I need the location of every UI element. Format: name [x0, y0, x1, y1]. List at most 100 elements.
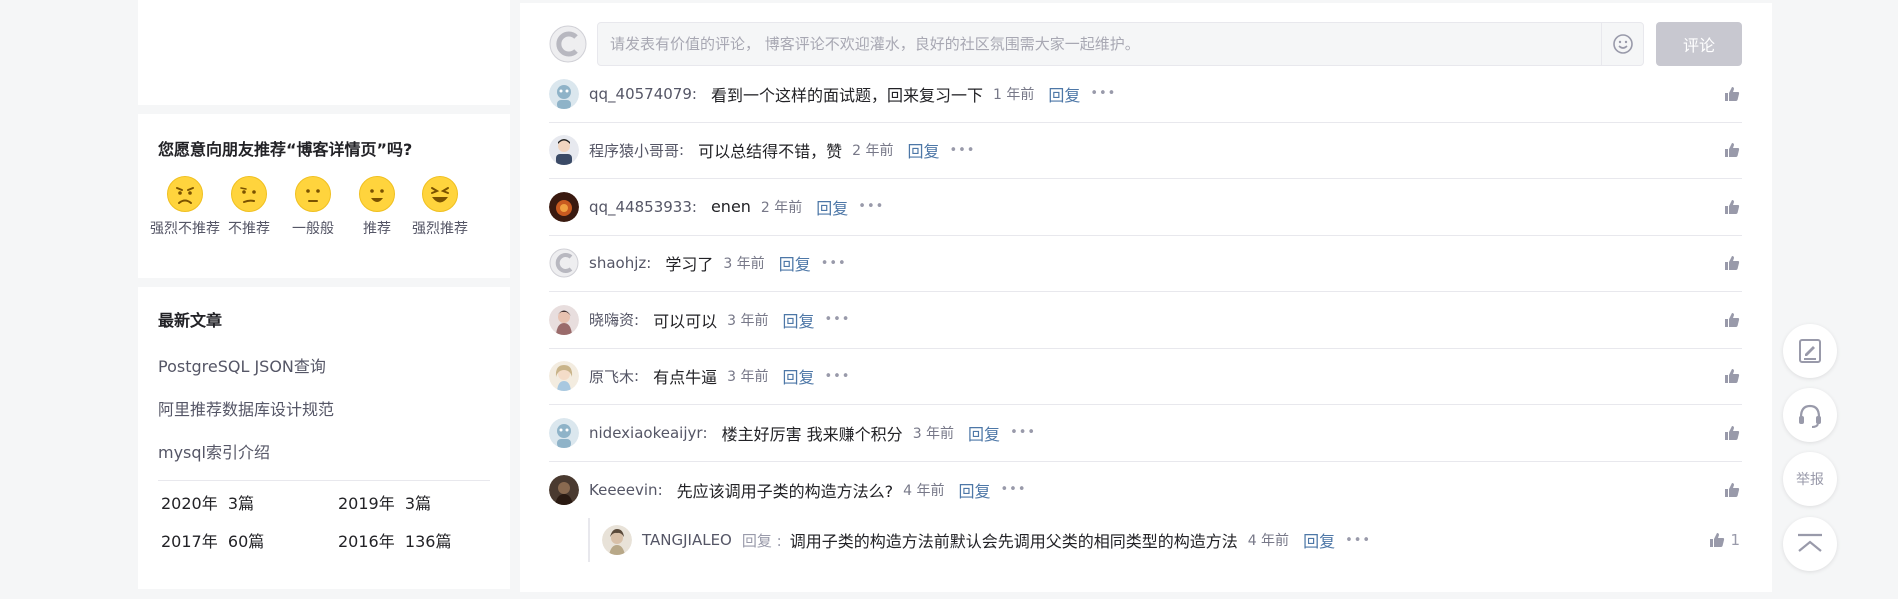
back-to-top-button[interactable]: [1783, 517, 1837, 571]
more-options-icon[interactable]: •••: [858, 199, 884, 214]
comment-username[interactable]: 程序猿小哥哥: [589, 140, 679, 161]
option-dislike[interactable]: 不推荐: [222, 176, 276, 238]
user-avatar[interactable]: [549, 248, 579, 278]
comment-row: 晓嗨资: 可以可以 3 年前 回复 •••: [549, 292, 1742, 349]
like-button[interactable]: [1724, 425, 1740, 441]
user-avatar[interactable]: [549, 191, 579, 222]
archive-item-2016[interactable]: 2016年 136篇: [338, 529, 488, 555]
article-link[interactable]: 阿里推荐数据库设计规范: [158, 388, 490, 431]
comment-text: 有点牛逼: [653, 368, 718, 388]
divider: [158, 480, 490, 481]
option-strongly-dislike[interactable]: 强烈不推荐: [150, 176, 220, 238]
comment-username[interactable]: TANGJIALEO: [642, 531, 732, 549]
more-options-icon[interactable]: •••: [1345, 533, 1371, 548]
reply-button[interactable]: 回复: [968, 421, 1000, 445]
comment-username[interactable]: shaohjz: [589, 254, 646, 272]
option-neutral[interactable]: 一般般: [286, 176, 340, 238]
article-link[interactable]: mysql索引介绍: [158, 431, 490, 474]
comment-row: qq_40574079: 看到一个这样的面试题，回来复习一下 1 年前 回复 •…: [549, 66, 1742, 123]
like-face-icon: [359, 176, 395, 212]
comment-username[interactable]: qq_44853933: [589, 198, 692, 216]
like-button[interactable]: [1724, 255, 1740, 271]
comment-time: 3 年前: [912, 425, 955, 442]
neutral-face-icon: [295, 176, 331, 212]
reply-button[interactable]: 回复: [782, 308, 814, 332]
comment-time: 3 年前: [727, 369, 769, 386]
more-options-icon[interactable]: •••: [1001, 482, 1027, 497]
comment-text: enen: [710, 197, 751, 217]
archive-item-2017[interactable]: 2017年 60篇: [161, 529, 338, 555]
like-button[interactable]: 1: [1709, 531, 1740, 549]
report-button[interactable]: 举报: [1783, 452, 1837, 506]
thumbs-up-icon: [1725, 369, 1740, 384]
comment-row: shaohjz: 学习了 3 年前 回复 •••: [549, 236, 1742, 292]
user-avatar[interactable]: [549, 417, 579, 448]
user-avatar[interactable]: [549, 474, 579, 505]
user-avatar[interactable]: [549, 361, 579, 392]
comment-time: 2 年前: [760, 199, 803, 216]
like-button[interactable]: [1724, 142, 1740, 158]
reply-button[interactable]: 回复: [907, 138, 939, 162]
recommend-title: 您愿意向朋友推荐“博客详情页”吗?: [158, 140, 413, 159]
user-avatar[interactable]: [549, 304, 579, 335]
more-options-icon[interactable]: •••: [1010, 425, 1036, 440]
more-options-icon[interactable]: •••: [824, 312, 850, 327]
recommend-card: 您愿意向朋友推荐“博客详情页”吗? 强烈不推荐 不推荐 一般般 推荐 强烈推荐: [138, 114, 510, 278]
comment-username[interactable]: 原飞木: [589, 366, 634, 387]
edit-note-icon: [1799, 339, 1821, 363]
comment-input-wrap: [597, 22, 1644, 66]
thumbs-up-icon: [1725, 425, 1740, 440]
reply-button[interactable]: 回复: [816, 195, 848, 219]
more-options-icon[interactable]: •••: [1090, 86, 1116, 101]
comment-time: 1 年前: [992, 86, 1035, 103]
archive-list: 2020年 3篇 2019年 3篇 2017年 60篇 2016年 136篇: [158, 491, 490, 555]
comment-row: nidexiaokeaijyr: 楼主好厉害 我来赚个积分 3 年前 回复 ••…: [549, 405, 1742, 462]
archive-item-2019[interactable]: 2019年 3篇: [338, 491, 488, 517]
strongly-dislike-face-icon: [167, 176, 203, 212]
comment-username[interactable]: qq_40574079: [589, 85, 692, 103]
comment-username[interactable]: Keeeevin: [589, 481, 658, 499]
user-avatar[interactable]: [602, 525, 632, 555]
thumbs-up-icon: [1710, 533, 1725, 547]
comment-username[interactable]: nidexiaokeaijyr: [589, 424, 703, 442]
comment-time: 2 年前: [852, 143, 894, 160]
archive-item-2020[interactable]: 2020年 3篇: [161, 491, 338, 517]
submit-comment-button[interactable]: 评论: [1656, 22, 1742, 66]
default-avatar-icon: [549, 25, 587, 63]
more-options-icon[interactable]: •••: [824, 369, 850, 384]
reply-button[interactable]: 回复: [1303, 528, 1335, 552]
latest-articles-title: 最新文章: [158, 311, 223, 330]
like-count: 1: [1730, 531, 1740, 549]
emoji-picker-icon[interactable]: [1601, 23, 1643, 65]
reply-tag: 回复 :: [741, 531, 782, 550]
reply-button[interactable]: 回复: [782, 364, 814, 388]
like-button[interactable]: [1724, 482, 1740, 498]
reply-button[interactable]: 回复: [1048, 82, 1080, 106]
comment-input[interactable]: [598, 23, 1601, 65]
thumbs-up-icon: [1725, 143, 1740, 158]
like-button[interactable]: [1724, 368, 1740, 384]
user-avatar[interactable]: [549, 135, 579, 166]
user-avatar[interactable]: [549, 78, 579, 109]
option-like[interactable]: 推荐: [350, 176, 404, 238]
customer-service-button[interactable]: [1783, 388, 1837, 442]
more-options-icon[interactable]: •••: [949, 143, 975, 158]
like-button[interactable]: [1724, 199, 1740, 215]
comment-text: 先应该调用子类的构造方法么?: [676, 481, 894, 501]
reply-button[interactable]: 回复: [779, 251, 811, 275]
like-button[interactable]: [1724, 312, 1740, 328]
more-options-icon[interactable]: •••: [821, 256, 847, 271]
comment-text: 看到一个这样的面试题，回来复习一下: [710, 85, 983, 105]
article-link[interactable]: PostgreSQL JSON查询: [158, 345, 490, 388]
option-strongly-like[interactable]: 强烈推荐: [408, 176, 472, 238]
comment-row: Keeeevin: 先应该调用子类的构造方法么? 4 年前 回复 •••: [549, 462, 1742, 519]
reply-button[interactable]: 回复: [958, 478, 990, 502]
comment-username[interactable]: 晓嗨资: [589, 309, 634, 330]
comment-text: 调用子类的构造方法前默认会先调用父类的相同类型的构造方法: [789, 532, 1238, 551]
write-note-button[interactable]: [1783, 324, 1837, 378]
comment-row: qq_44853933: enen 2 年前 回复 •••: [549, 179, 1742, 236]
comments-section: 评论 qq_40574079: 看到一个这样的面试题，回来复习一下 1 年前 回…: [520, 3, 1772, 592]
like-button[interactable]: [1724, 86, 1740, 102]
comment-time: 3 年前: [727, 312, 769, 329]
profile-card: [138, 0, 510, 105]
